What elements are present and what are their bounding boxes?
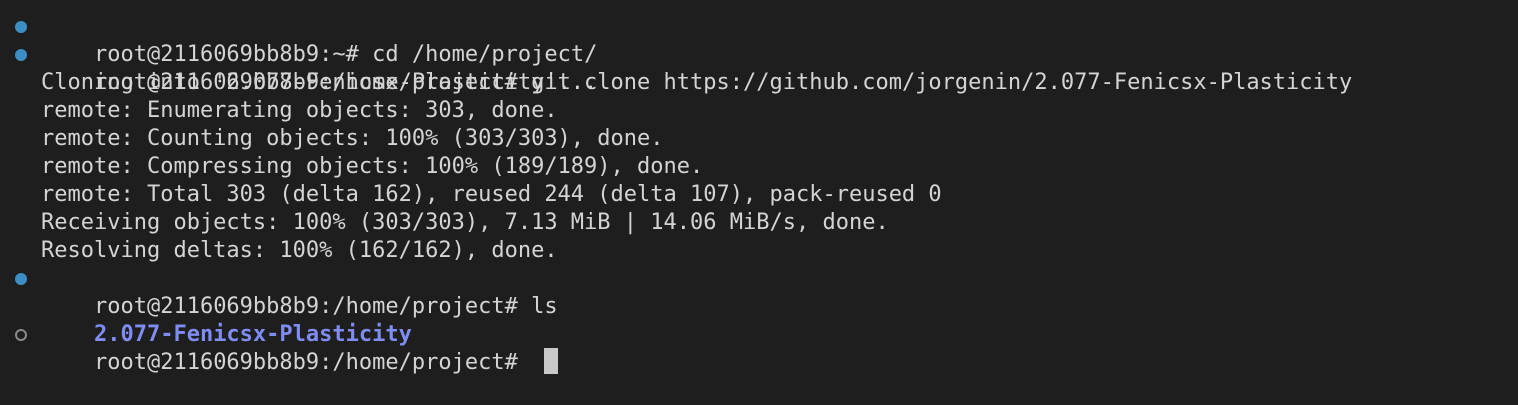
- cursor-block: [544, 348, 559, 374]
- terminal-active-prompt-line[interactable]: root@2116069bb8b9:/home/project#: [0, 321, 1518, 375]
- terminal-output-line: remote: Compressing objects: 100% (189/1…: [41, 154, 704, 179]
- terminal-output-line: remote: Counting objects: 100% (303/303)…: [41, 126, 664, 151]
- terminal-output-line: remote: Enumerating objects: 303, done.: [41, 98, 558, 123]
- command-success-decoration-icon[interactable]: [15, 49, 27, 61]
- terminal-command-line: root@2116069bb8b9:~# cd /home/project/: [0, 13, 1518, 67]
- terminal-command-line: root@2116069bb8b9:/home/project# git clo…: [0, 41, 1518, 95]
- terminal-output-line: Receiving objects: 100% (303/303), 7.13 …: [41, 210, 889, 235]
- terminal-output-line: Cloning into '2.077-Fenicsx-Plasticity'.…: [41, 70, 598, 95]
- command-pending-decoration-icon: [15, 329, 27, 341]
- terminal-output-line: 2.077-Fenicsx-Plasticity: [0, 293, 1518, 347]
- terminal-output-line: remote: Total 303 (delta 162), reused 24…: [41, 182, 942, 207]
- command-success-decoration-icon[interactable]: [15, 21, 27, 33]
- terminal-command-line: root@2116069bb8b9:/home/project# ls: [0, 265, 1518, 319]
- command-success-decoration-icon[interactable]: [15, 273, 27, 285]
- terminal-output[interactable]: root@2116069bb8b9:~# cd /home/project/ r…: [0, 13, 1518, 375]
- prompt: root@2116069bb8b9:/home/project#: [93, 350, 532, 375]
- terminal-output-line: Resolving deltas: 100% (162/162), done.: [41, 238, 558, 263]
